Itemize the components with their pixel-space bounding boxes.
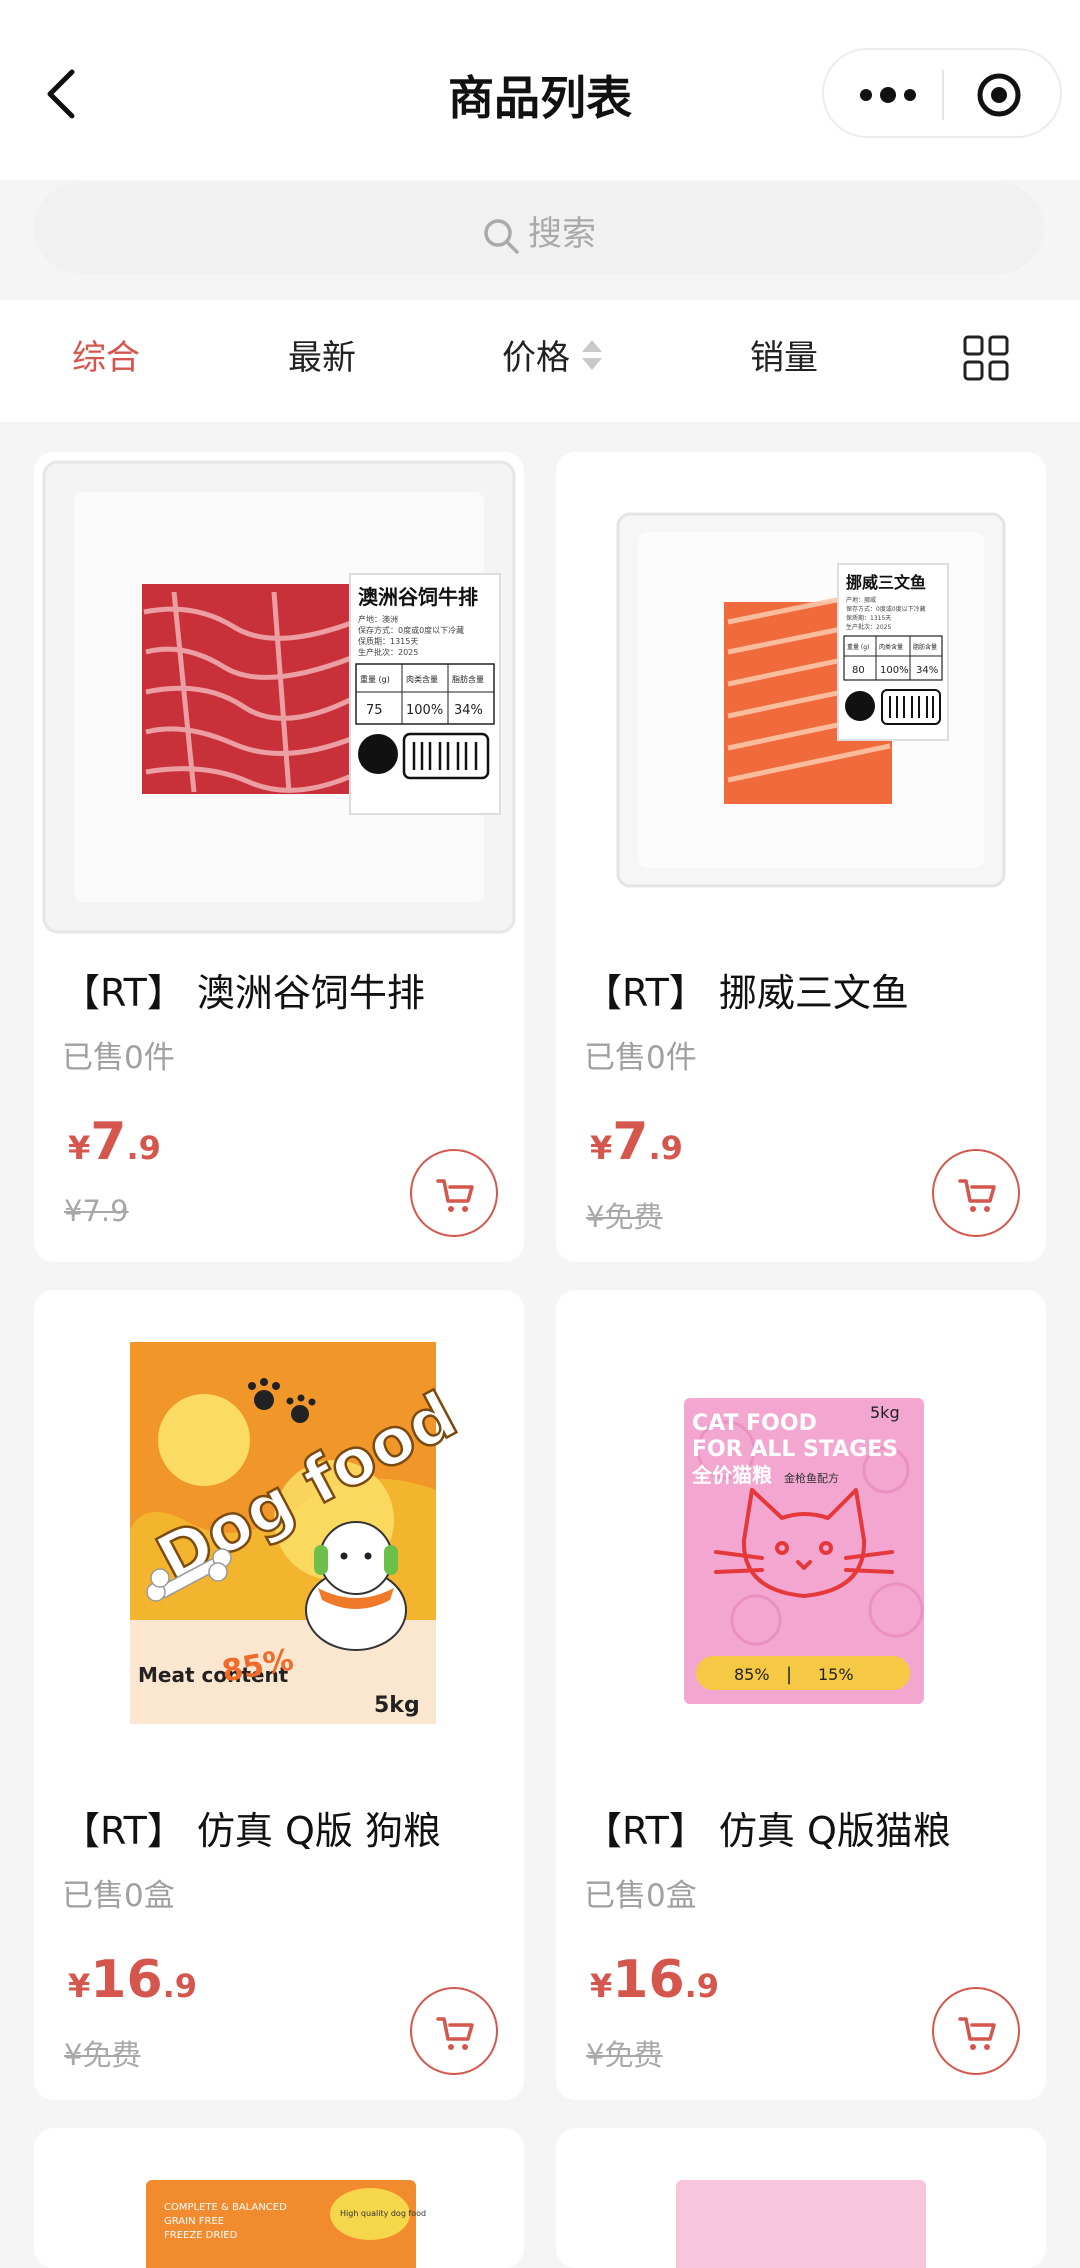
product-image: 澳洲谷饲牛排 产地：澳洲 保存方式：0度或0度以下冷藏 保质期：1315天 生产… <box>34 452 524 942</box>
label-cell: 34% <box>454 703 483 718</box>
label-cell: 100% <box>406 703 443 718</box>
label-title: 挪威三文鱼 <box>846 573 926 592</box>
label-cell: 肉类含量 <box>879 643 903 651</box>
product-original-price: ¥免费 <box>64 2038 141 2072</box>
product-image: CAT FOOD FOR ALL STAGES 全价猫粮 金枪鱼配方 5kg 8… <box>556 1290 1046 1780</box>
product-original-price: ¥免费 <box>586 2038 663 2072</box>
cart-icon <box>958 2017 996 2050</box>
label-line: 保质期：1315天 <box>846 614 891 622</box>
product-name: 【RT】 挪威三文鱼 <box>584 971 909 1015</box>
sort-arrows-icon <box>582 340 602 370</box>
label-line: 产地：挪威 <box>846 596 876 604</box>
search-input[interactable]: 搜索 <box>34 182 1044 274</box>
product-original-price: ¥7.9 <box>64 1194 129 1228</box>
product-name: 【RT】 仿真 Q版 狗粮 <box>62 1809 441 1853</box>
product-original-price: ¥免费 <box>586 1200 663 1234</box>
product-card[interactable]: 澳洲谷饲牛排 产地：澳洲 保存方式：0度或0度以下冷藏 保质期：1315天 生产… <box>34 452 524 1262</box>
product-sold-count: 已售0盒 <box>62 1878 175 1914</box>
sort-bar: 综合 最新 价格 销量 <box>0 300 1080 422</box>
package-title-line2: FOR ALL STAGES <box>692 1437 898 1462</box>
nav-bar: 商品列表 <box>0 0 1080 180</box>
mini-program-capsule <box>822 48 1062 138</box>
cart-icon <box>958 1179 996 1212</box>
search-placeholder: 搜索 <box>528 214 596 254</box>
cart-icon <box>436 1179 474 1212</box>
package-stat-2: 15% <box>818 1665 854 1684</box>
label-cell: 肉类含量 <box>406 674 438 684</box>
product-image: Dog food Meat content 85% 5kg <box>34 1290 524 1780</box>
label-cell: 重量 (g) <box>847 643 869 651</box>
sort-tab-price[interactable]: 价格 <box>502 330 570 379</box>
product-card[interactable]: CAT FOOD FOR ALL STAGES 全价猫粮 金枪鱼配方 5kg 8… <box>556 1290 1046 2100</box>
product-price: ¥16.9 <box>590 1950 720 2010</box>
package-line: FREEZE DRIED <box>164 2230 238 2241</box>
package-badge: High quality dog food <box>340 2209 426 2218</box>
sort-tab-sales[interactable]: 销量 <box>750 330 818 379</box>
more-icon[interactable] <box>858 80 918 110</box>
product-image: 挪威三文鱼 产地：挪威 保存方式：0度或0度以下冷藏 保质期：1315天 生产批… <box>556 452 1046 942</box>
label-cell: 脂肪含量 <box>913 643 937 651</box>
product-sold-count: 已售0盒 <box>584 1878 697 1914</box>
package-stat-separator: | <box>786 1664 792 1685</box>
search-icon <box>484 218 519 254</box>
label-cell: 重量 (g) <box>360 674 390 684</box>
product-image <box>676 2180 926 2268</box>
sort-tab-comprehensive[interactable]: 综合 <box>72 330 140 379</box>
product-sold-count: 已售0件 <box>584 1040 697 1076</box>
label-cell: 75 <box>366 703 383 718</box>
label-cell: 100% <box>880 665 909 676</box>
label-line: 产地：澳洲 <box>358 614 398 624</box>
add-to-cart-button[interactable] <box>410 1149 498 1237</box>
label-line: 生产批次：2025 <box>358 647 418 657</box>
product-sold-count: 已售0件 <box>62 1040 175 1076</box>
product-name: 【RT】 仿真 Q版猫粮 <box>584 1809 951 1853</box>
add-to-cart-button[interactable] <box>410 1987 498 2075</box>
package-title-cn: 全价猫粮 <box>691 1463 772 1487</box>
label-title: 澳洲谷饲牛排 <box>358 585 478 609</box>
close-target-icon[interactable] <box>976 72 1022 118</box>
cart-icon <box>436 2017 474 2050</box>
product-image: COMPLETE & BALANCED GRAIN FREE FREEZE DR… <box>146 2180 426 2268</box>
package-weight: 5kg <box>870 1403 900 1422</box>
label-line: 保质期：1315天 <box>358 636 418 646</box>
product-price: ¥7.9 <box>590 1112 683 1172</box>
grid-view-icon[interactable] <box>962 334 1010 382</box>
package-line: GRAIN FREE <box>164 2216 224 2227</box>
package-stat-1: 85% <box>734 1665 770 1684</box>
product-name: 【RT】 澳洲谷饲牛排 <box>62 971 425 1015</box>
package-subtitle-cn: 金枪鱼配方 <box>784 1471 839 1485</box>
product-card[interactable]: 挪威三文鱼 产地：挪威 保存方式：0度或0度以下冷藏 保质期：1315天 生产批… <box>556 452 1046 1262</box>
product-card[interactable]: COMPLETE & BALANCED GRAIN FREE FREEZE DR… <box>34 2128 524 2268</box>
capsule-divider <box>942 70 944 120</box>
sort-tab-newest[interactable]: 最新 <box>288 330 356 379</box>
label-cell: 脂肪含量 <box>452 674 484 684</box>
product-card[interactable] <box>556 2128 1046 2268</box>
package-line: COMPLETE & BALANCED <box>164 2202 287 2213</box>
label-line: 生产批次：2025 <box>846 623 891 631</box>
label-cell: 80 <box>852 665 865 676</box>
product-card[interactable]: Dog food Meat content 85% 5kg 【RT】 仿真 Q版… <box>34 1290 524 2100</box>
label-line: 保存方式：0度或0度以下冷藏 <box>846 605 926 613</box>
product-price: ¥7.9 <box>68 1112 161 1172</box>
add-to-cart-button[interactable] <box>932 1149 1020 1237</box>
package-weight: 5kg <box>374 1693 420 1718</box>
product-price: ¥16.9 <box>68 1950 198 2010</box>
package-title-line1: CAT FOOD <box>692 1411 817 1436</box>
add-to-cart-button[interactable] <box>932 1987 1020 2075</box>
label-cell: 34% <box>916 665 938 676</box>
label-line: 保存方式：0度或0度以下冷藏 <box>358 625 464 635</box>
